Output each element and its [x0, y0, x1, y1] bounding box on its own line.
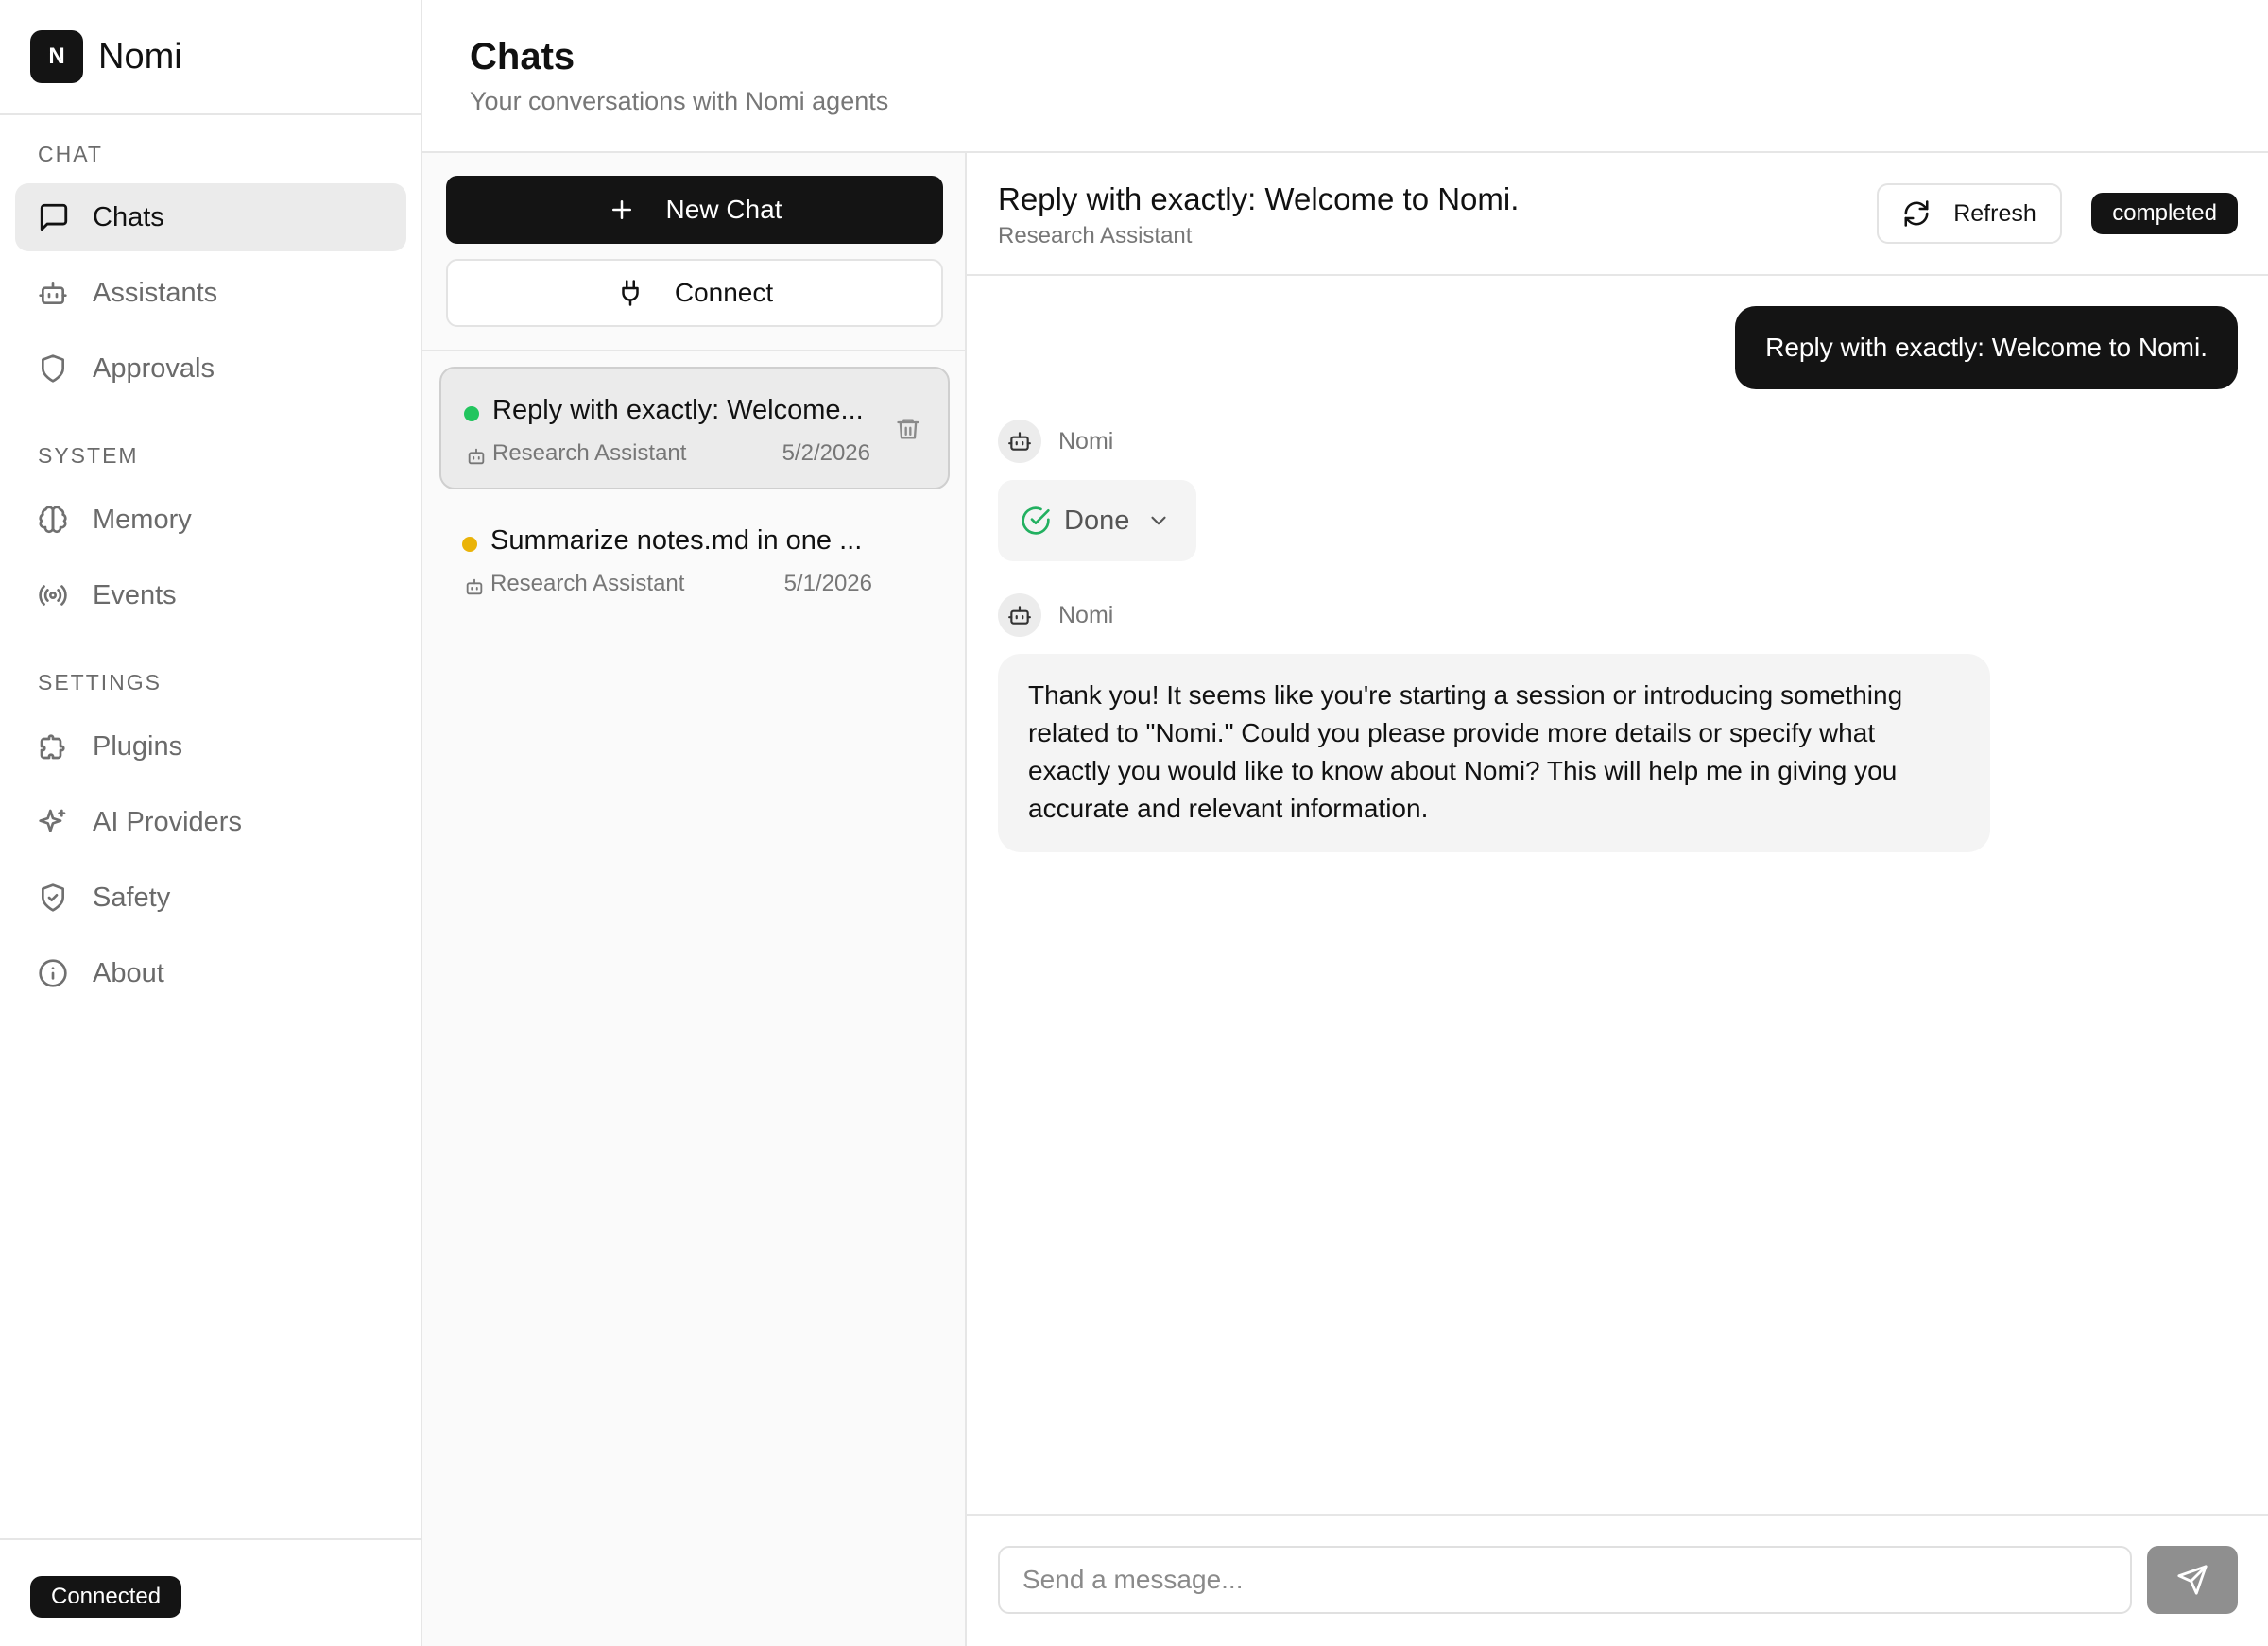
- agent-header: Nomi: [998, 420, 1113, 463]
- info-icon: [38, 956, 72, 990]
- divider: [422, 350, 965, 351]
- chat-status-dot: [462, 537, 477, 552]
- brand-name: Nomi: [98, 36, 182, 77]
- new-chat-label: New Chat: [665, 195, 782, 224]
- sidebar-item-label: Assistants: [93, 277, 218, 308]
- sidebar-item-label: AI Providers: [93, 806, 242, 837]
- sidebar-item-label: Plugins: [93, 730, 183, 762]
- chevron-down-icon: [1146, 508, 1171, 533]
- sidebar-item-safety[interactable]: Safety: [15, 864, 406, 932]
- sidebar-item-assistants[interactable]: Assistants: [15, 259, 406, 327]
- sidebar-item-chats[interactable]: Chats: [15, 183, 406, 251]
- chat-title: Summarize notes.md in one ...: [490, 525, 863, 556]
- message-input[interactable]: [998, 1546, 2132, 1614]
- sidebar: N Nomi CHAT Chats Assistants Approvals S…: [0, 0, 422, 1646]
- new-chat-button[interactable]: New Chat: [446, 176, 943, 244]
- conversation-assistant: Research Assistant: [998, 223, 1193, 249]
- check-circle-icon: [1021, 506, 1051, 536]
- sidebar-footer: Connected: [0, 1538, 421, 1646]
- chat-status-dot: [464, 406, 479, 421]
- agent-message: Thank you! It seems like you're starting…: [998, 654, 1990, 852]
- brain-icon: [38, 503, 72, 537]
- sidebar-item-label: Memory: [93, 504, 192, 535]
- sidebar-item-label: Approvals: [93, 352, 215, 384]
- tool-status-label: Done: [1064, 505, 1130, 536]
- bot-icon: [998, 593, 1041, 637]
- refresh-icon: [1902, 198, 1933, 229]
- chat-assistant-name: Research Assistant: [492, 440, 687, 466]
- sidebar-item-plugins[interactable]: Plugins: [15, 712, 406, 780]
- sidebar-item-events[interactable]: Events: [15, 561, 406, 629]
- bot-icon: [464, 576, 485, 597]
- sidebar-item-label: Safety: [93, 882, 171, 913]
- chat-title: Reply with exactly: Welcome...: [492, 395, 864, 425]
- send-button[interactable]: [2147, 1546, 2238, 1614]
- shield-check-icon: [38, 881, 72, 915]
- chat-list-item[interactable]: Reply with exactly: Welcome... Research …: [439, 367, 950, 489]
- refresh-button[interactable]: Refresh: [1877, 183, 2062, 244]
- plus-icon: [608, 195, 638, 225]
- agent-header: Nomi: [998, 593, 1113, 637]
- connect-label: Connect: [674, 278, 774, 307]
- agent-name: Nomi: [1058, 427, 1114, 454]
- chat-assistant-name: Research Assistant: [490, 571, 685, 596]
- chat-list-item[interactable]: Summarize notes.md in one ... Research A…: [439, 499, 950, 622]
- page-title: Chats: [470, 36, 576, 77]
- chat-date: 5/1/2026: [783, 571, 872, 596]
- user-message: Reply with exactly: Welcome to Nomi.: [1735, 306, 2238, 389]
- tool-status-toggle[interactable]: Done: [998, 480, 1196, 561]
- bot-icon: [998, 420, 1041, 463]
- shield-icon: [38, 351, 72, 386]
- chat-list-panel: New Chat Connect Reply with exactly: Wel…: [422, 153, 967, 1646]
- message-square-icon: [38, 200, 72, 234]
- status-badge: completed: [2091, 193, 2238, 234]
- connection-status-badge: Connected: [30, 1576, 182, 1618]
- conversation-title: Reply with exactly: Welcome to Nomi.: [998, 181, 1520, 216]
- sidebar-item-ai-providers[interactable]: AI Providers: [15, 788, 406, 856]
- brand-logo: N: [30, 30, 83, 83]
- nav-section-settings: SETTINGS: [38, 670, 163, 694]
- send-icon: [2176, 1564, 2208, 1596]
- nav-section-system: SYSTEM: [38, 443, 139, 468]
- chat-date: 5/2/2026: [782, 440, 870, 466]
- plug-icon: [616, 278, 646, 308]
- sidebar-item-memory[interactable]: Memory: [15, 486, 406, 554]
- nav-section-chat: CHAT: [38, 142, 103, 166]
- connect-button[interactable]: Connect: [446, 259, 943, 327]
- trash-icon[interactable]: [895, 416, 923, 444]
- agent-name: Nomi: [1058, 601, 1114, 628]
- page-subtitle: Your conversations with Nomi agents: [470, 87, 889, 115]
- message-composer: [967, 1514, 2268, 1646]
- bot-icon: [466, 446, 487, 467]
- sidebar-item-label: Chats: [93, 201, 164, 232]
- refresh-label: Refresh: [1953, 199, 2036, 227]
- conversation-header: Reply with exactly: Welcome to Nomi. Res…: [967, 153, 2268, 276]
- brand: N Nomi: [0, 0, 421, 115]
- page-header: Chats Your conversations with Nomi agent…: [422, 0, 2268, 153]
- sidebar-item-approvals[interactable]: Approvals: [15, 334, 406, 403]
- radio-icon: [38, 578, 72, 612]
- puzzle-icon: [38, 729, 72, 763]
- sparkles-icon: [38, 805, 72, 839]
- bot-icon: [38, 276, 72, 310]
- sidebar-item-about[interactable]: About: [15, 939, 406, 1007]
- sidebar-item-label: Events: [93, 579, 177, 610]
- sidebar-item-label: About: [93, 957, 164, 988]
- conversation-panel: Reply with exactly: Welcome to Nomi. Res…: [967, 153, 2268, 1646]
